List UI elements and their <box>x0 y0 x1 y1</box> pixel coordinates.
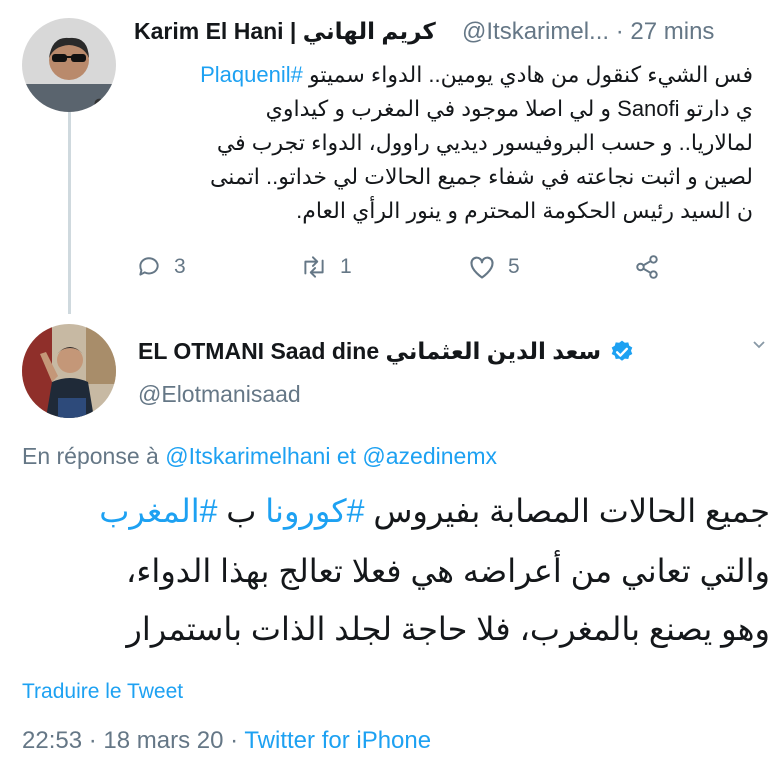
share-icon <box>636 255 658 279</box>
tweet-text-line: جميع الحالات المصابة بفيروس #كورونا ب #ا… <box>99 493 768 529</box>
tweet-timestamp[interactable]: 22:53 · 18 mars 20 · <box>22 727 244 754</box>
tweet-text-line: والتي تعاني من أعراضه هي فعلا تعالج بهذا… <box>126 553 768 589</box>
share-button[interactable] <box>634 254 660 280</box>
author-handle[interactable]: @Elotmanisaad <box>138 381 301 408</box>
reply-prefix: En réponse à <box>22 443 159 469</box>
tweet-source-link[interactable]: Twitter for iPhone <box>244 727 431 754</box>
retweet-button[interactable]: 1 <box>300 254 352 280</box>
retweet-icon <box>304 256 324 278</box>
hashtag-link[interactable]: #المغرب <box>99 493 217 529</box>
like-count: 5 <box>508 255 520 278</box>
chevron-down-icon[interactable] <box>752 338 766 352</box>
tweet-text-line: وهو يصنع بالمغرب، فلا حاجة لجلد الذات با… <box>126 611 768 647</box>
svg-text:و: و <box>90 81 107 112</box>
tweet-time[interactable]: · 27 mins <box>616 18 715 45</box>
verified-badge-icon <box>611 340 633 361</box>
tweet-text-line: ن السيد رئيس الحكومة المحترم و ينور الرأ… <box>296 198 753 223</box>
reply-to-links[interactable]: @Itskarimelhani et @azedinemx <box>165 443 497 469</box>
author-name[interactable]: Karim El Hani | كريم الهاني <box>134 18 436 45</box>
heart-icon <box>470 256 494 279</box>
like-button[interactable]: 5 <box>468 254 520 280</box>
reply-button[interactable]: 3 <box>136 254 186 280</box>
tweet-text-line: فس الشيء كنقول من هادي يومين.. الدواء سم… <box>200 62 753 87</box>
author-handle[interactable]: @Itskarimel... <box>462 18 609 45</box>
hashtag-link[interactable]: #Plaquenil <box>200 62 303 87</box>
thread-connector-line <box>68 108 71 314</box>
avatar[interactable] <box>22 324 116 418</box>
hashtag-link[interactable]: #كورونا <box>265 493 364 529</box>
tweet-text-line: لمالاريا.. و حسب البروفيسور ديديي راوول،… <box>216 130 753 155</box>
reply-count: 3 <box>174 255 186 278</box>
translate-tweet-link[interactable]: Traduire le Tweet <box>22 680 183 704</box>
author-name[interactable]: EL OTMANI Saad dine سعد الدين العثماني <box>138 338 601 365</box>
avatar[interactable]: و <box>22 18 116 112</box>
tweet-text-line: ي دارتو Sanofi و لي اصلا موجود في المغرب… <box>265 96 753 121</box>
tweet-text-line: لصين و اثبت نجاعته في شفاء جميع الحالات … <box>209 164 753 189</box>
retweet-count: 1 <box>340 255 352 278</box>
reply-icon <box>139 257 159 276</box>
